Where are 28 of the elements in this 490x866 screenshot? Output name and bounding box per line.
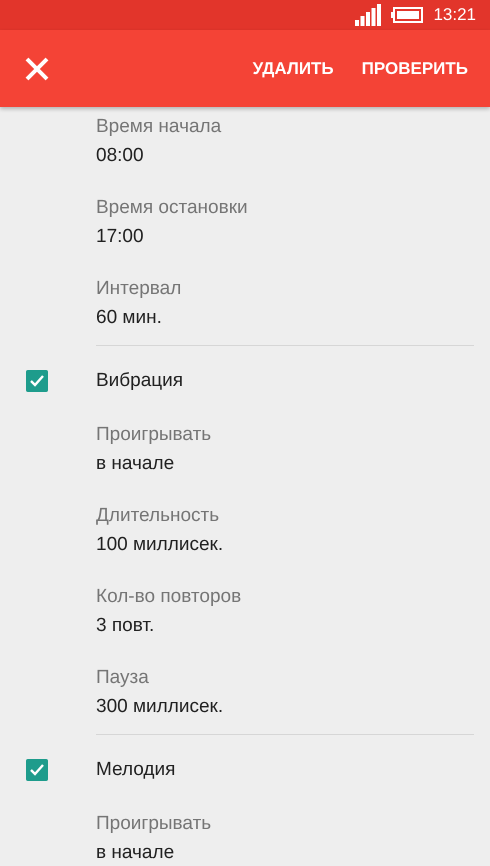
checkbox-label: Мелодия	[96, 758, 176, 782]
check-icon	[29, 762, 45, 776]
setting-title: Пауза	[96, 666, 149, 690]
close-icon[interactable]	[24, 56, 50, 82]
setting-value: в начале	[96, 452, 174, 476]
setting-title: Проигрывать	[96, 423, 212, 447]
checkbox[interactable]	[26, 758, 48, 780]
action-button[interactable]: ПРОВЕРИТЬ	[362, 50, 468, 86]
setting-title: Длительность	[96, 504, 220, 528]
clock: 13:21	[433, 5, 476, 25]
setting-value: 100 миллисек.	[96, 533, 224, 557]
signal-icon	[355, 4, 382, 26]
setting-value: 3 повт.	[96, 614, 154, 638]
setting-value: 300 миллисек.	[96, 695, 224, 719]
check-icon	[29, 374, 45, 388]
setting-title: Интервал	[96, 277, 182, 301]
battery-icon	[391, 7, 424, 23]
setting-value: в начале	[96, 841, 174, 865]
checkbox[interactable]	[26, 370, 48, 392]
action-button[interactable]: УДАЛИТЬ	[252, 50, 334, 86]
setting-value: 60 мин.	[96, 306, 162, 330]
setting-title: Кол-во повторов	[96, 585, 242, 609]
setting-title: Время остановки	[96, 196, 248, 220]
checkbox-label: Вибрация	[96, 368, 184, 392]
setting-value: 17:00	[96, 225, 144, 249]
setting-title: Время начала	[96, 115, 222, 139]
setting-value: 08:00	[96, 144, 144, 168]
setting-title: Проигрывать	[96, 812, 212, 836]
